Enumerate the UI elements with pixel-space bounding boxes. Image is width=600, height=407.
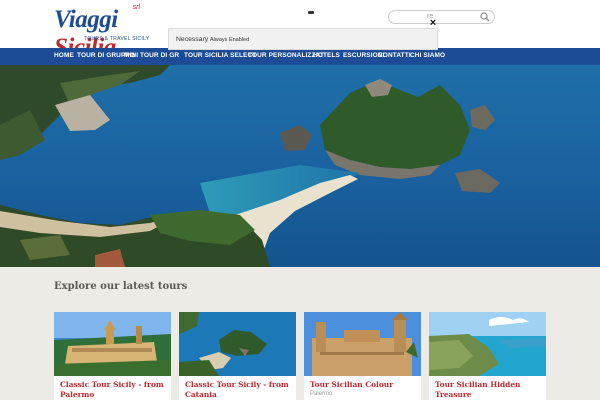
search-icon[interactable] — [480, 12, 490, 22]
tour-photo — [54, 312, 171, 376]
tour-card-image[interactable] — [304, 312, 421, 376]
logo-mark: srl — [132, 4, 140, 11]
nav-item-contatti[interactable]: CONTATTI — [378, 52, 411, 59]
nav-item-hotels[interactable]: HOTELS — [313, 52, 340, 59]
cookie-status-text: Always Enabled — [210, 37, 250, 43]
header-icon[interactable] — [308, 11, 314, 14]
tour-photo — [429, 312, 546, 376]
tour-card-title[interactable]: Classic Tour Sicily - from Catania — [185, 380, 293, 399]
logo-tagline: TOURS & TRAVEL SICILY — [84, 36, 150, 42]
main-nav: HOME TOUR DI GRUPPO MINI TOUR DI GR TOUR… — [0, 48, 600, 65]
search-box[interactable]: re — [388, 10, 495, 24]
tour-card-image[interactable] — [179, 312, 296, 376]
cookie-category-label: Necessary — [176, 36, 209, 43]
nav-item-tour-select[interactable]: TOUR SICILIA SELECT — [184, 52, 256, 59]
cookie-preferences-panel: × Necessary Always Enabled — [168, 17, 438, 50]
tour-card[interactable]: Tour Sicilian Hidden Treasure — [429, 312, 546, 407]
nav-item-home[interactable]: HOME — [54, 52, 74, 59]
tour-card[interactable]: Tour Sicilian Colour Palermo — [304, 312, 421, 407]
site-logo[interactable]: Viaggi Sicilia srl TOURS & TRAVEL SICILY — [54, 4, 149, 61]
tour-card-title[interactable]: Tour Sicilian Colour — [310, 380, 418, 390]
tour-card[interactable]: Classic Tour Sicily - from Palermo — [54, 312, 171, 407]
tour-card-image[interactable] — [54, 312, 171, 376]
cookie-category-necessary[interactable]: Necessary Always Enabled — [176, 36, 249, 43]
tour-card[interactable]: Classic Tour Sicily - from Catania — [179, 312, 296, 407]
tour-card-title[interactable]: Tour Sicilian Hidden Treasure — [435, 380, 543, 399]
nav-item-chi-siamo[interactable]: CHI SIAMO — [410, 52, 445, 59]
nav-item-mini-tour[interactable]: MINI TOUR DI GR — [124, 52, 179, 59]
close-icon[interactable]: × — [427, 17, 439, 29]
hero-image — [0, 65, 600, 267]
hero-landscape — [0, 65, 600, 267]
tour-photo — [179, 312, 296, 376]
tour-photo — [304, 312, 421, 376]
latest-tours-section: Explore our latest tours Classic Tour Si… — [0, 267, 600, 407]
tour-card-title[interactable]: Classic Tour Sicily - from Palermo — [60, 380, 168, 399]
section-heading: Explore our latest tours — [54, 281, 188, 292]
tour-card-image[interactable] — [429, 312, 546, 376]
tour-card-location: Palermo — [310, 391, 333, 397]
